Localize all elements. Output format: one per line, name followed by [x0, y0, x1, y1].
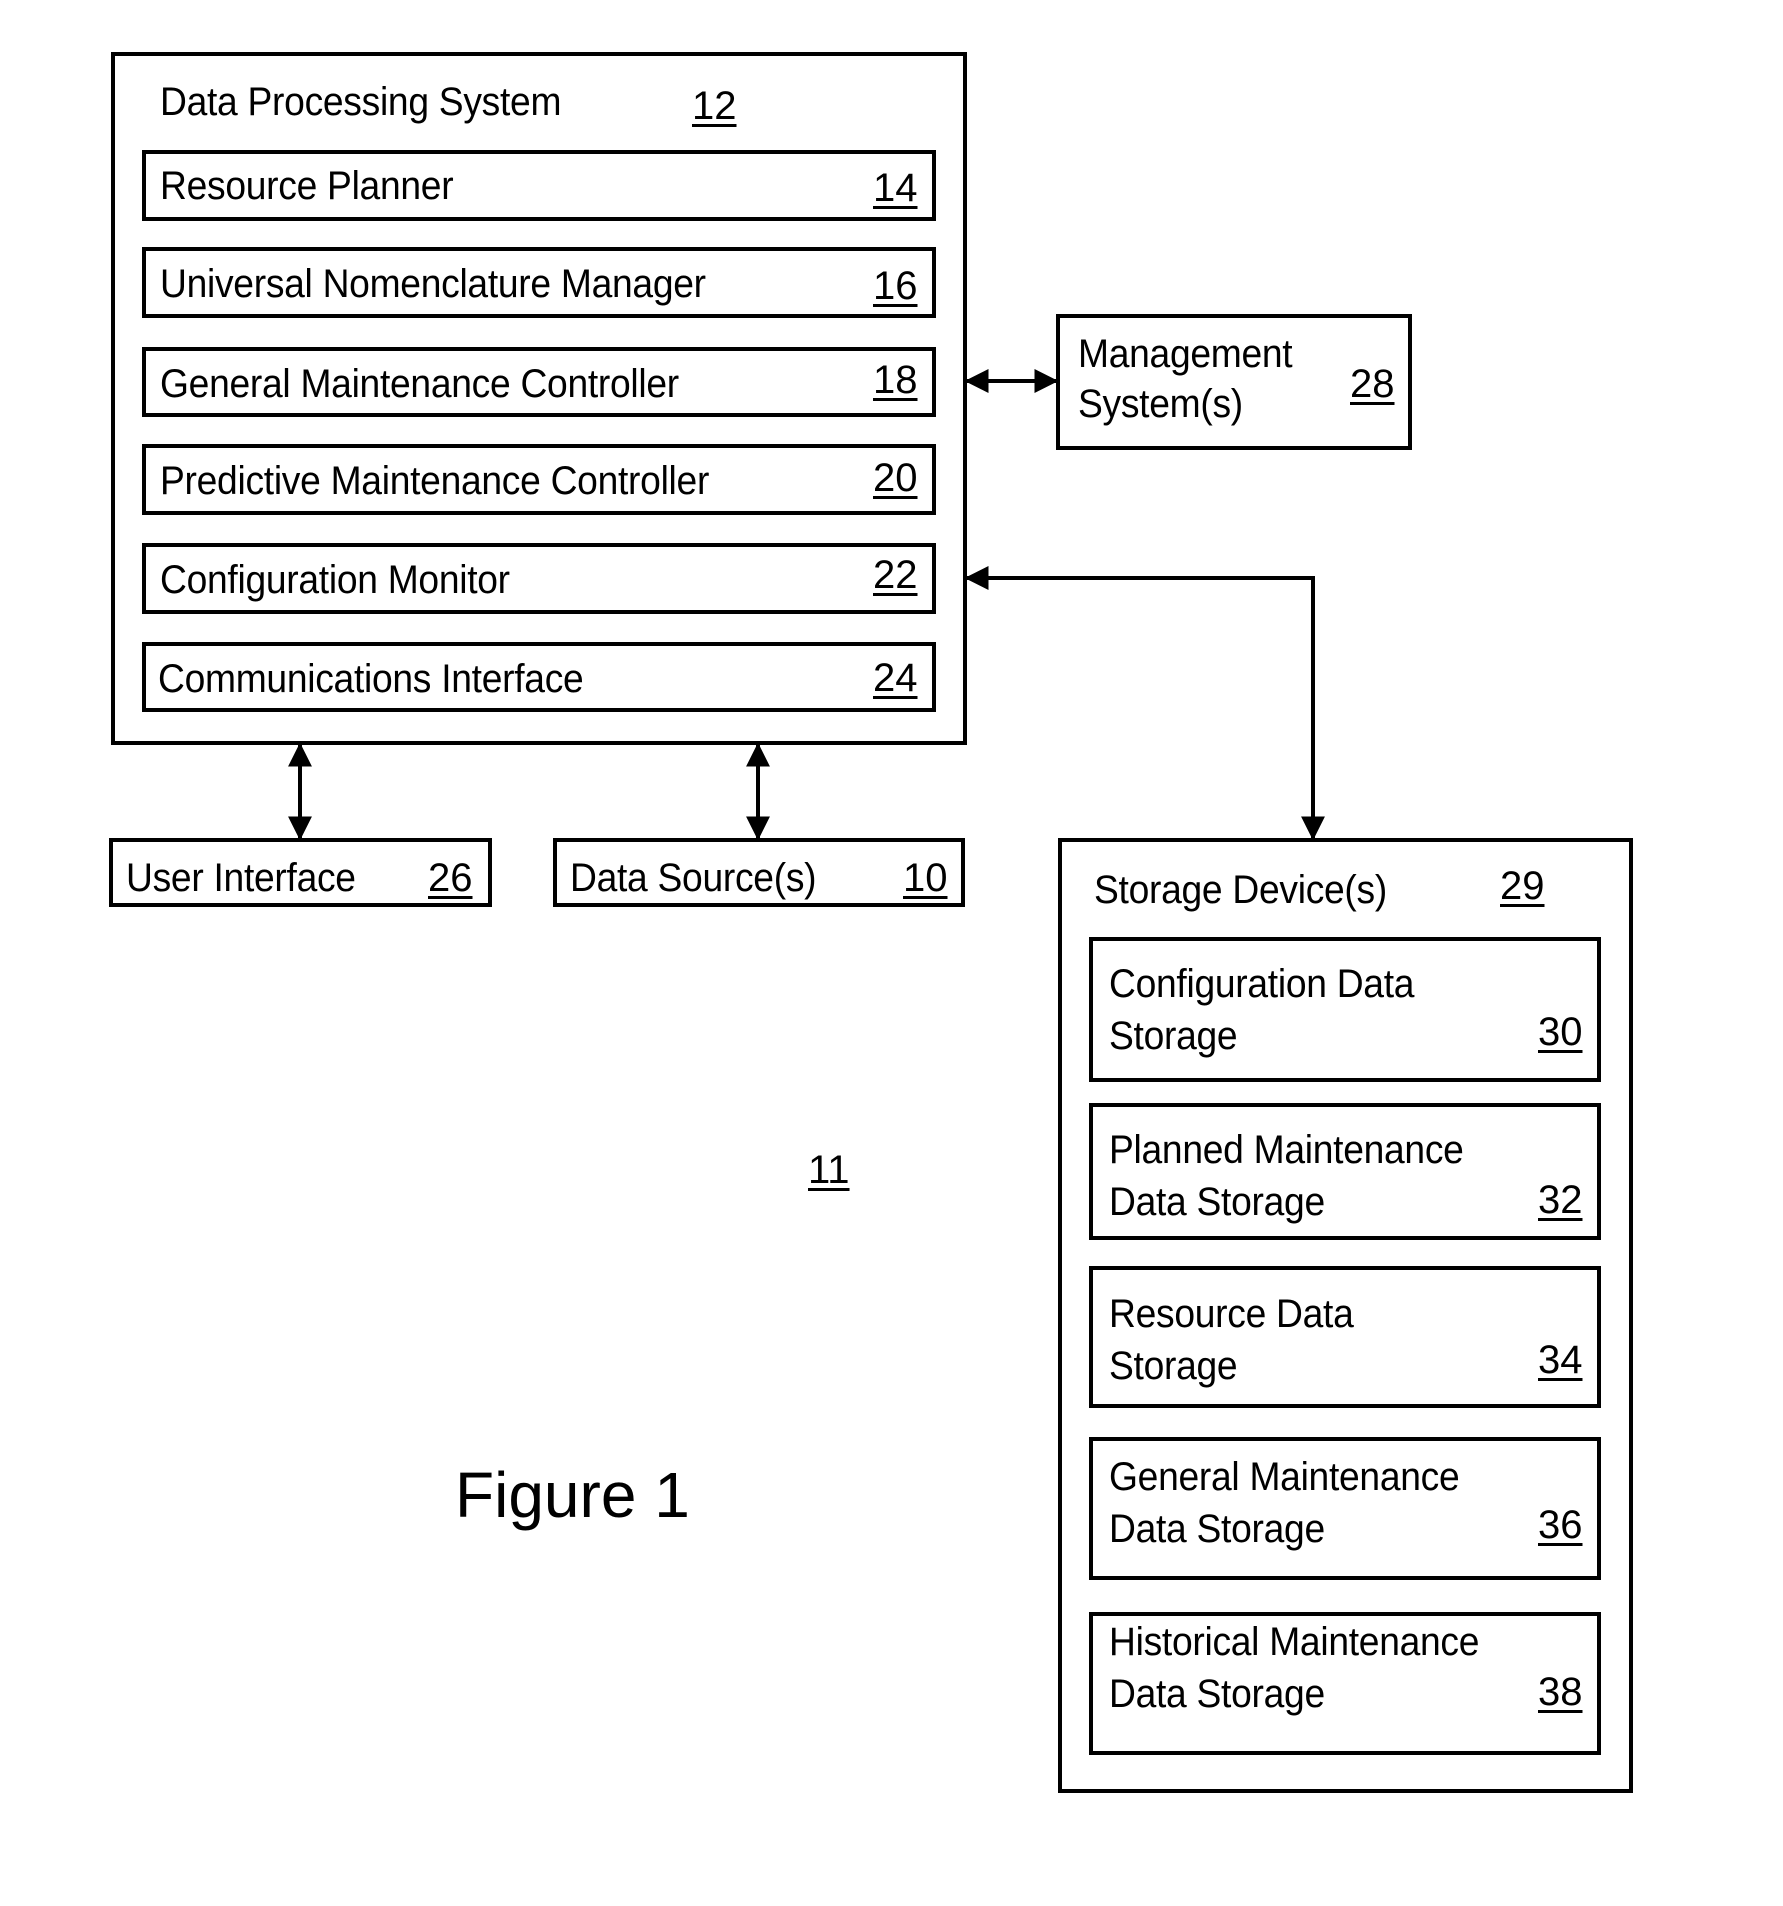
storage-item-label-line1: Resource Data — [1109, 1292, 1354, 1336]
storage-item-label-line2: Data Storage — [1109, 1672, 1325, 1716]
component-label: Universal Nomenclature Manager — [160, 262, 706, 306]
component-label: General Maintenance Controller — [160, 362, 679, 406]
storage-item-ref: 30 — [1538, 1010, 1583, 1054]
component-ref: 20 — [873, 456, 918, 500]
component-ref: 14 — [873, 166, 918, 210]
management-system-label-line2: System(s) — [1078, 382, 1243, 426]
storage-item-ref: 32 — [1538, 1178, 1583, 1222]
component-ref: 22 — [873, 553, 918, 597]
data-processing-system-title: Data Processing System — [160, 80, 562, 124]
data-processing-system-ref: 12 — [692, 84, 737, 128]
storage-item-label-line1: Planned Maintenance — [1109, 1128, 1464, 1172]
system-reference-number: 11 — [808, 1148, 850, 1192]
storage-item-configuration-data — [1089, 937, 1601, 1082]
component-label: Configuration Monitor — [160, 558, 510, 602]
storage-item-label-line2: Data Storage — [1109, 1507, 1325, 1551]
component-label: Communications Interface — [158, 657, 584, 701]
storage-item-label-line2: Storage — [1109, 1344, 1238, 1388]
user-interface-ref: 26 — [428, 856, 473, 900]
storage-devices-title: Storage Device(s) — [1094, 868, 1387, 912]
storage-item-label-line2: Storage — [1109, 1014, 1238, 1058]
component-ref: 18 — [873, 358, 918, 402]
component-ref: 16 — [873, 264, 918, 308]
storage-item-label-line1: Configuration Data — [1109, 962, 1415, 1006]
storage-item-label-line2: Data Storage — [1109, 1180, 1325, 1224]
component-label: Predictive Maintenance Controller — [160, 459, 710, 503]
storage-devices-ref: 29 — [1500, 864, 1545, 908]
storage-item-ref: 36 — [1538, 1503, 1583, 1547]
arrow-dps-storage — [964, 566, 1325, 841]
storage-item-ref: 38 — [1538, 1670, 1583, 1714]
storage-item-label-line1: General Maintenance — [1109, 1455, 1460, 1499]
management-system-ref: 28 — [1350, 362, 1395, 406]
data-sources-label: Data Source(s) — [570, 856, 817, 900]
figure-caption: Figure 1 — [455, 1459, 690, 1531]
storage-item-ref: 34 — [1538, 1338, 1583, 1382]
component-label: Resource Planner — [160, 164, 454, 208]
user-interface-label: User Interface — [126, 856, 356, 900]
management-system-label-line1: Management — [1078, 332, 1293, 376]
data-sources-ref: 10 — [903, 856, 948, 900]
component-ref: 24 — [873, 656, 918, 700]
storage-item-label-line1: Historical Maintenance — [1109, 1620, 1480, 1664]
